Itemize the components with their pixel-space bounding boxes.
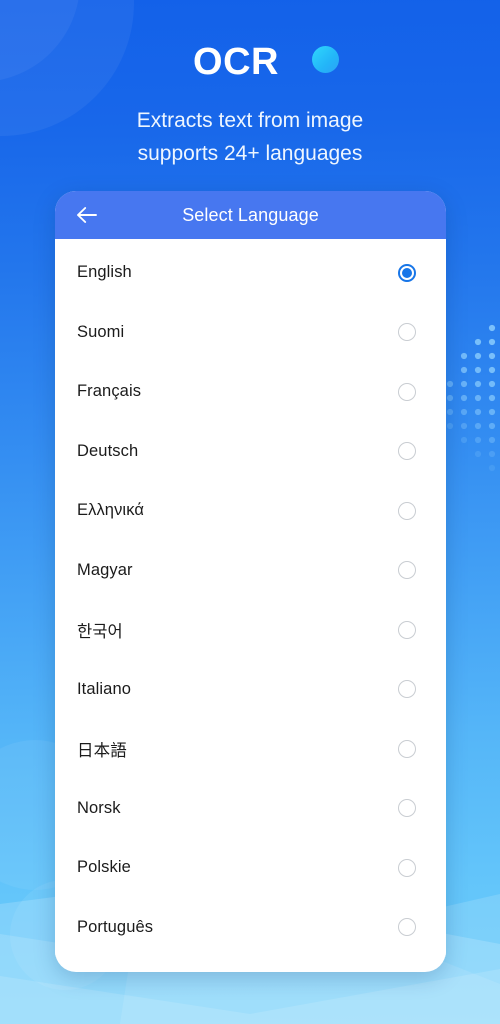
accent-dot-icon [312, 46, 339, 73]
radio-button[interactable] [398, 799, 416, 818]
language-label: Magyar [77, 560, 133, 579]
app-screen: OCR Extracts text from image supports 24… [0, 0, 500, 1024]
language-row[interactable]: Suomi [55, 302, 446, 362]
radio-button[interactable] [398, 382, 416, 401]
back-arrow-icon[interactable] [72, 200, 102, 230]
tagline-line-1: Extracts text from image [136, 109, 364, 132]
app-bar-title: Select Language [182, 205, 319, 225]
radio-button[interactable] [398, 501, 416, 520]
radio-button[interactable] [398, 442, 416, 461]
language-label: Polskie [77, 858, 131, 877]
language-row[interactable]: Polskie [55, 838, 446, 898]
language-row[interactable]: 한국어 [55, 600, 446, 660]
tagline: Extracts text from image supports 24+ la… [0, 104, 500, 170]
radio-button[interactable] [398, 620, 416, 639]
radio-button[interactable] [398, 918, 416, 937]
radio-button-selected[interactable] [398, 263, 416, 282]
language-label: Français [77, 382, 142, 401]
language-label: 日本語 [77, 741, 127, 760]
language-row[interactable]: Deutsch [55, 421, 446, 481]
language-row[interactable]: 日本語 [55, 719, 446, 779]
radio-button[interactable] [398, 680, 416, 699]
language-row[interactable]: Ελληνικά [55, 481, 446, 541]
dot-grid-decoration [442, 320, 500, 490]
page-header: OCR Extracts text from image supports 24… [0, 0, 500, 170]
language-label: Suomi [77, 322, 125, 341]
language-label: 한국어 [77, 622, 123, 641]
radio-button[interactable] [398, 858, 416, 877]
language-label: Português [77, 917, 154, 936]
language-row[interactable]: English [55, 243, 446, 303]
page-title: OCR [193, 41, 279, 83]
language-list: English Suomi Français Deutsch Ελληνικά Magya… [55, 239, 446, 957]
language-label: Italiano [77, 679, 132, 698]
language-label: English [77, 263, 132, 282]
language-label: Ελληνικά [77, 501, 144, 520]
language-row[interactable]: Norsk [55, 778, 446, 838]
radio-button[interactable] [398, 323, 416, 342]
brand-row: OCR [0, 38, 500, 98]
language-label: Norsk [77, 798, 121, 817]
radio-button[interactable] [398, 739, 416, 758]
phone-card: Select Language English Suomi Français Deut… [55, 191, 446, 972]
language-row[interactable]: Italiano [55, 659, 446, 719]
language-label: Deutsch [77, 441, 139, 460]
language-row[interactable]: Magyar [55, 540, 446, 600]
language-row[interactable]: Français [55, 362, 446, 422]
language-row[interactable]: Português [55, 897, 446, 957]
radio-button[interactable] [398, 561, 416, 580]
tagline-line-2: supports 24+ languages [137, 142, 363, 165]
app-bar: Select Language [55, 191, 446, 239]
